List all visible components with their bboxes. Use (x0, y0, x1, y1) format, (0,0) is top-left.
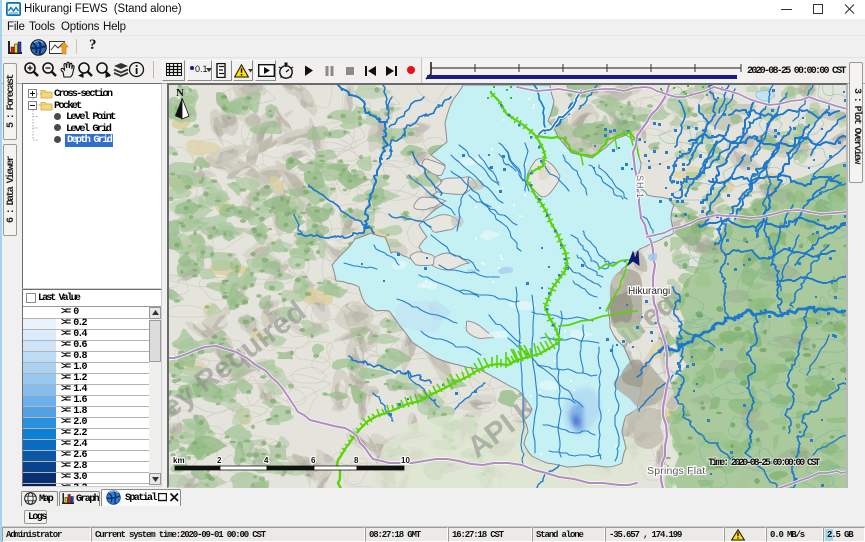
svg-text:Time: 2020-08-25 00:00:00 CST: Time: 2020-08-25 00:00:00 CST (708, 457, 820, 469)
svg-text:Hikurangi: Hikurangi (628, 286, 670, 297)
svg-text:2: 2 (217, 456, 222, 465)
svg-text:km: km (173, 456, 185, 465)
svg-text:8: 8 (354, 456, 359, 465)
svg-text:Springs Flat: Springs Flat (647, 465, 705, 477)
svg-text:SH 1: SH 1 (635, 175, 645, 199)
svg-text:10: 10 (401, 456, 410, 465)
svg-text:4: 4 (264, 456, 269, 465)
svg-text:N: N (176, 87, 184, 99)
svg-text:6: 6 (311, 456, 316, 465)
